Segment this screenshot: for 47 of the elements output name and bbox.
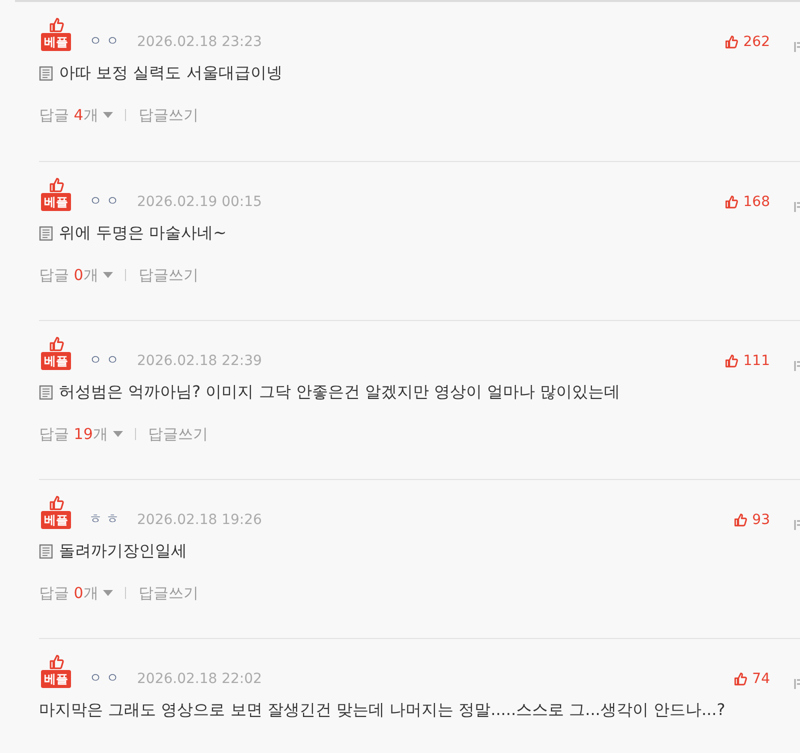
reply-toggle[interactable]: 답글 0개 — [39, 265, 114, 285]
like-count: 262 — [743, 33, 770, 51]
caret-icon — [103, 112, 114, 118]
thumbs-up-icon[interactable] — [732, 671, 748, 687]
reply-toggle[interactable]: 답글 0개 — [39, 583, 114, 603]
comment-text: 돌려까기장인일세 — [59, 540, 187, 562]
reply-toggle[interactable]: 답글 4개 — [39, 105, 114, 125]
comment-date: 2026.02.18 23:23 — [137, 33, 262, 51]
nickname: ㅇㅇ — [89, 352, 123, 370]
comment-date: 2026.02.18 22:02 — [137, 670, 262, 688]
thumbs-up-icon[interactable] — [732, 512, 748, 528]
thumbs-up-icon — [47, 16, 65, 34]
caret-icon — [103, 272, 114, 278]
write-reply-link[interactable]: 답글쓰기 — [148, 424, 208, 444]
like-count: 74 — [752, 670, 770, 688]
nickname: ㅇㅇ — [89, 670, 123, 688]
like-count: 111 — [743, 352, 770, 370]
nickname: ㅎㅎ — [89, 511, 123, 529]
comment-text: 허성범은 억까아님? 이미지 그닥 안좋은건 알겠지만 영상이 얼마나 많이있는데 — [59, 381, 620, 403]
nickname: ㅇㅇ — [89, 33, 123, 51]
best-badge: 베플 — [41, 511, 71, 529]
thumbs-up-icon[interactable] — [723, 194, 740, 210]
reply-toggle[interactable]: 답글 19개 — [39, 424, 123, 444]
caret-icon — [112, 431, 123, 437]
write-reply-link[interactable]: 답글쓰기 — [138, 583, 198, 603]
thumbs-up-icon — [47, 335, 65, 353]
write-reply-link[interactable]: 답글쓰기 — [138, 105, 198, 125]
nickname: ㅇㅇ — [89, 193, 123, 211]
best-badge: 베플 — [41, 352, 71, 370]
caret-icon — [103, 590, 114, 596]
like-count: 93 — [752, 511, 770, 529]
best-badge: 베플 — [41, 193, 71, 211]
thumbs-up-icon[interactable] — [723, 353, 740, 369]
comment-text: 위에 두명은 마술사네~ — [59, 222, 227, 244]
thumbs-up-icon — [47, 176, 65, 194]
comment-date: 2026.02.18 22:39 — [137, 352, 262, 370]
thumbs-up-icon — [47, 653, 65, 671]
comment-date: 2026.02.18 19:26 — [137, 511, 262, 529]
best-badge: 베플 — [41, 33, 71, 51]
thumbs-up-icon[interactable] — [723, 34, 740, 50]
write-reply-link[interactable]: 답글쓰기 — [138, 265, 198, 285]
like-count: 168 — [743, 193, 770, 211]
comment-date: 2026.02.19 00:15 — [137, 193, 262, 211]
best-badge: 베플 — [41, 670, 71, 688]
thumbs-up-icon — [47, 494, 65, 512]
comment-text: 마지막은 그래도 영상으로 보면 잘생긴건 맞는데 나머지는 정말.....스스로 그...생각이 안드나...? — [39, 699, 726, 721]
comment-text: 아따 보정 실력도 서울대급이넹 — [59, 62, 282, 84]
